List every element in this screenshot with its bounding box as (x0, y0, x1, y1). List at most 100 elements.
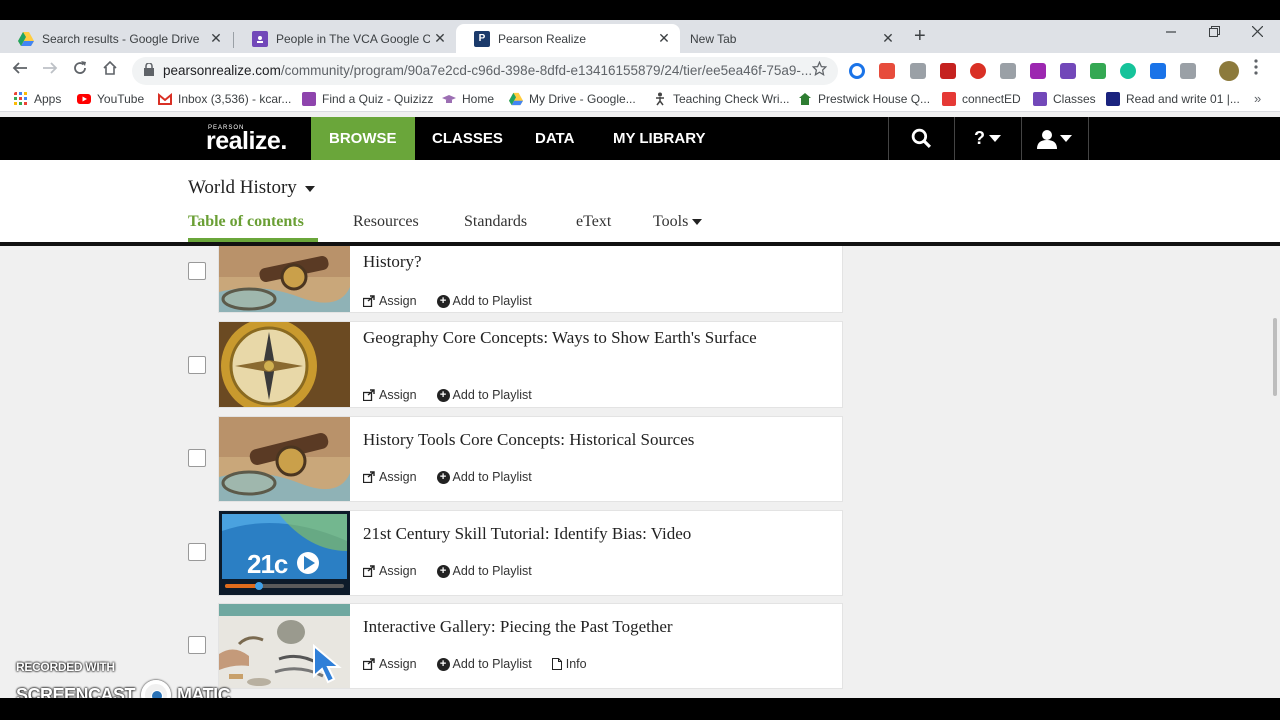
profile-avatar[interactable] (1219, 61, 1239, 81)
scrollbar-track[interactable] (1268, 246, 1280, 698)
browser-tab-new-tab[interactable]: New Tab ✕ (680, 24, 904, 53)
bookmark-inbox[interactable]: Inbox (3,536) - kcar... (158, 92, 291, 106)
assign-button[interactable]: Assign (363, 470, 417, 484)
mouse-cursor-icon (313, 644, 342, 684)
item-checkbox[interactable] (188, 543, 206, 561)
add-to-playlist-button[interactable]: + Add to Playlist (436, 470, 532, 484)
close-tab-icon[interactable]: ✕ (654, 30, 674, 47)
search-icon[interactable] (911, 117, 932, 160)
item-title[interactable]: 21st Century Skill Tutorial: Identify Bi… (363, 523, 833, 544)
close-tab-icon[interactable]: ✕ (430, 30, 450, 47)
bookmark-youtube[interactable]: YouTube (77, 92, 144, 106)
address-bar[interactable]: pearsonrealize.com/community/program/90a… (132, 57, 838, 85)
caret-down-icon (692, 219, 703, 226)
bookmarks-overflow-icon[interactable]: » (1254, 91, 1261, 106)
assign-button[interactable]: Assign (363, 294, 417, 308)
camera-icon[interactable] (1180, 63, 1196, 79)
add-to-playlist-label: Add to Playlist (452, 564, 532, 578)
add-to-playlist-button[interactable]: + Add to Playlist (436, 294, 532, 308)
tab-title: Pearson Realize (498, 31, 587, 46)
browser-tab-google-classroom[interactable]: People in The VCA Google Classr ✕ (234, 24, 456, 53)
item-checkbox[interactable] (188, 356, 206, 374)
extension-icon[interactable] (1000, 63, 1016, 79)
bookmark-label: Find a Quiz - Quizizz (322, 92, 434, 106)
info-button[interactable]: Info (551, 657, 587, 671)
extension-icon[interactable] (1030, 63, 1046, 79)
new-tab-button[interactable]: + (914, 25, 926, 48)
browser-tab-pearson-realize[interactable]: P Pearson Realize ✕ (456, 24, 680, 53)
program-selector[interactable]: World History (188, 177, 315, 199)
bookmarks-bar: Apps YouTube Inbox (3,536) - kcar... Fin… (0, 88, 1280, 112)
reload-icon[interactable] (72, 60, 88, 81)
browser-tab-google-drive[interactable]: Search results - Google Drive ✕ (0, 24, 232, 53)
user-menu-button[interactable] (1037, 117, 1072, 160)
tab-table-of-contents[interactable]: Table of contents (188, 213, 304, 231)
browser-menu-icon[interactable] (1254, 59, 1258, 80)
tab-etext[interactable]: eText (576, 213, 611, 231)
scrollbar-thumb[interactable] (1273, 318, 1277, 396)
extension-icon[interactable] (1060, 63, 1076, 79)
bookmark-apps[interactable]: Apps (14, 92, 61, 106)
nav-browse[interactable]: BROWSE (311, 117, 415, 160)
extension-icon[interactable] (970, 63, 986, 79)
tab-tools[interactable]: Tools (653, 213, 703, 231)
list-item[interactable]: History Tools Core Concepts: Historical … (218, 416, 843, 502)
close-window-icon[interactable] (1251, 24, 1264, 40)
back-icon[interactable] (12, 60, 28, 81)
plus-circle-icon: + (436, 470, 450, 484)
forward-icon[interactable] (42, 60, 58, 81)
extension-icon[interactable] (910, 63, 926, 79)
bookmark-label: My Drive - Google... (529, 92, 636, 106)
bookmark-classes[interactable]: Classes (1033, 92, 1096, 106)
list-item[interactable]: 21c 21st Century Skill Tutorial: Identif… (218, 510, 843, 596)
item-title[interactable]: Interactive Gallery: Piecing the Past To… (363, 616, 833, 637)
bookmark-home[interactable]: Home (442, 92, 494, 106)
bookmark-teaching-check[interactable]: Teaching Check Wri... (653, 92, 790, 106)
add-to-playlist-button[interactable]: + Add to Playlist (436, 564, 532, 578)
nav-data[interactable]: DATA (535, 117, 574, 160)
bookmark-connected[interactable]: connectED (942, 92, 1021, 106)
extension-icon[interactable] (940, 63, 956, 79)
google-classroom-icon (252, 30, 268, 47)
nav-my-library[interactable]: MY LIBRARY (613, 117, 706, 160)
restore-icon[interactable] (1209, 24, 1220, 40)
list-item[interactable]: History? Assign + Add to Playlist (218, 246, 843, 313)
assign-button[interactable]: Assign (363, 657, 417, 671)
item-checkbox[interactable] (188, 449, 206, 467)
item-checkbox[interactable] (188, 636, 206, 654)
extension-icon[interactable] (879, 63, 895, 79)
extension-icon[interactable] (1150, 63, 1166, 79)
bookmark-my-drive[interactable]: My Drive - Google... (509, 92, 636, 106)
add-to-playlist-button[interactable]: + Add to Playlist (436, 657, 532, 671)
gmail-icon (158, 92, 172, 105)
extension-icon[interactable] (1120, 63, 1136, 79)
item-title[interactable]: History Tools Core Concepts: Historical … (363, 429, 833, 450)
figure-icon (656, 92, 664, 106)
bookmark-read-write[interactable]: Read and write 01 |... (1106, 92, 1240, 106)
help-menu-button[interactable]: ? (974, 117, 1001, 160)
item-title[interactable]: History? (363, 251, 833, 272)
nav-classes[interactable]: CLASSES (432, 117, 503, 160)
close-tab-icon[interactable]: ✕ (206, 30, 226, 47)
extension-icon[interactable] (1090, 63, 1106, 79)
extension-icon[interactable] (849, 63, 865, 79)
item-checkbox[interactable] (188, 262, 206, 280)
tab-standards[interactable]: Standards (464, 213, 527, 231)
divider (888, 117, 889, 160)
tab-resources[interactable]: Resources (353, 213, 419, 231)
bookmark-quizizz[interactable]: Find a Quiz - Quizizz (302, 92, 433, 106)
add-to-playlist-button[interactable]: + Add to Playlist (436, 388, 532, 402)
assign-button[interactable]: Assign (363, 388, 417, 402)
assign-button[interactable]: Assign (363, 564, 417, 578)
url-text: pearsonrealize.com/community/program/90a… (163, 63, 812, 78)
bookmark-prestwick[interactable]: Prestwick House Q... (798, 92, 930, 106)
bookmark-star-icon[interactable] (811, 60, 828, 81)
list-item[interactable]: Geography Core Concepts: Ways to Show Ea… (218, 321, 843, 408)
youtube-icon (77, 94, 91, 104)
item-title[interactable]: Geography Core Concepts: Ways to Show Ea… (363, 327, 833, 348)
close-tab-icon[interactable]: ✕ (878, 30, 898, 47)
bookmark-label: Teaching Check Wri... (673, 92, 790, 106)
minimize-icon[interactable] (1166, 24, 1176, 40)
google-classroom-icon (1033, 92, 1047, 106)
home-icon[interactable] (102, 60, 118, 81)
